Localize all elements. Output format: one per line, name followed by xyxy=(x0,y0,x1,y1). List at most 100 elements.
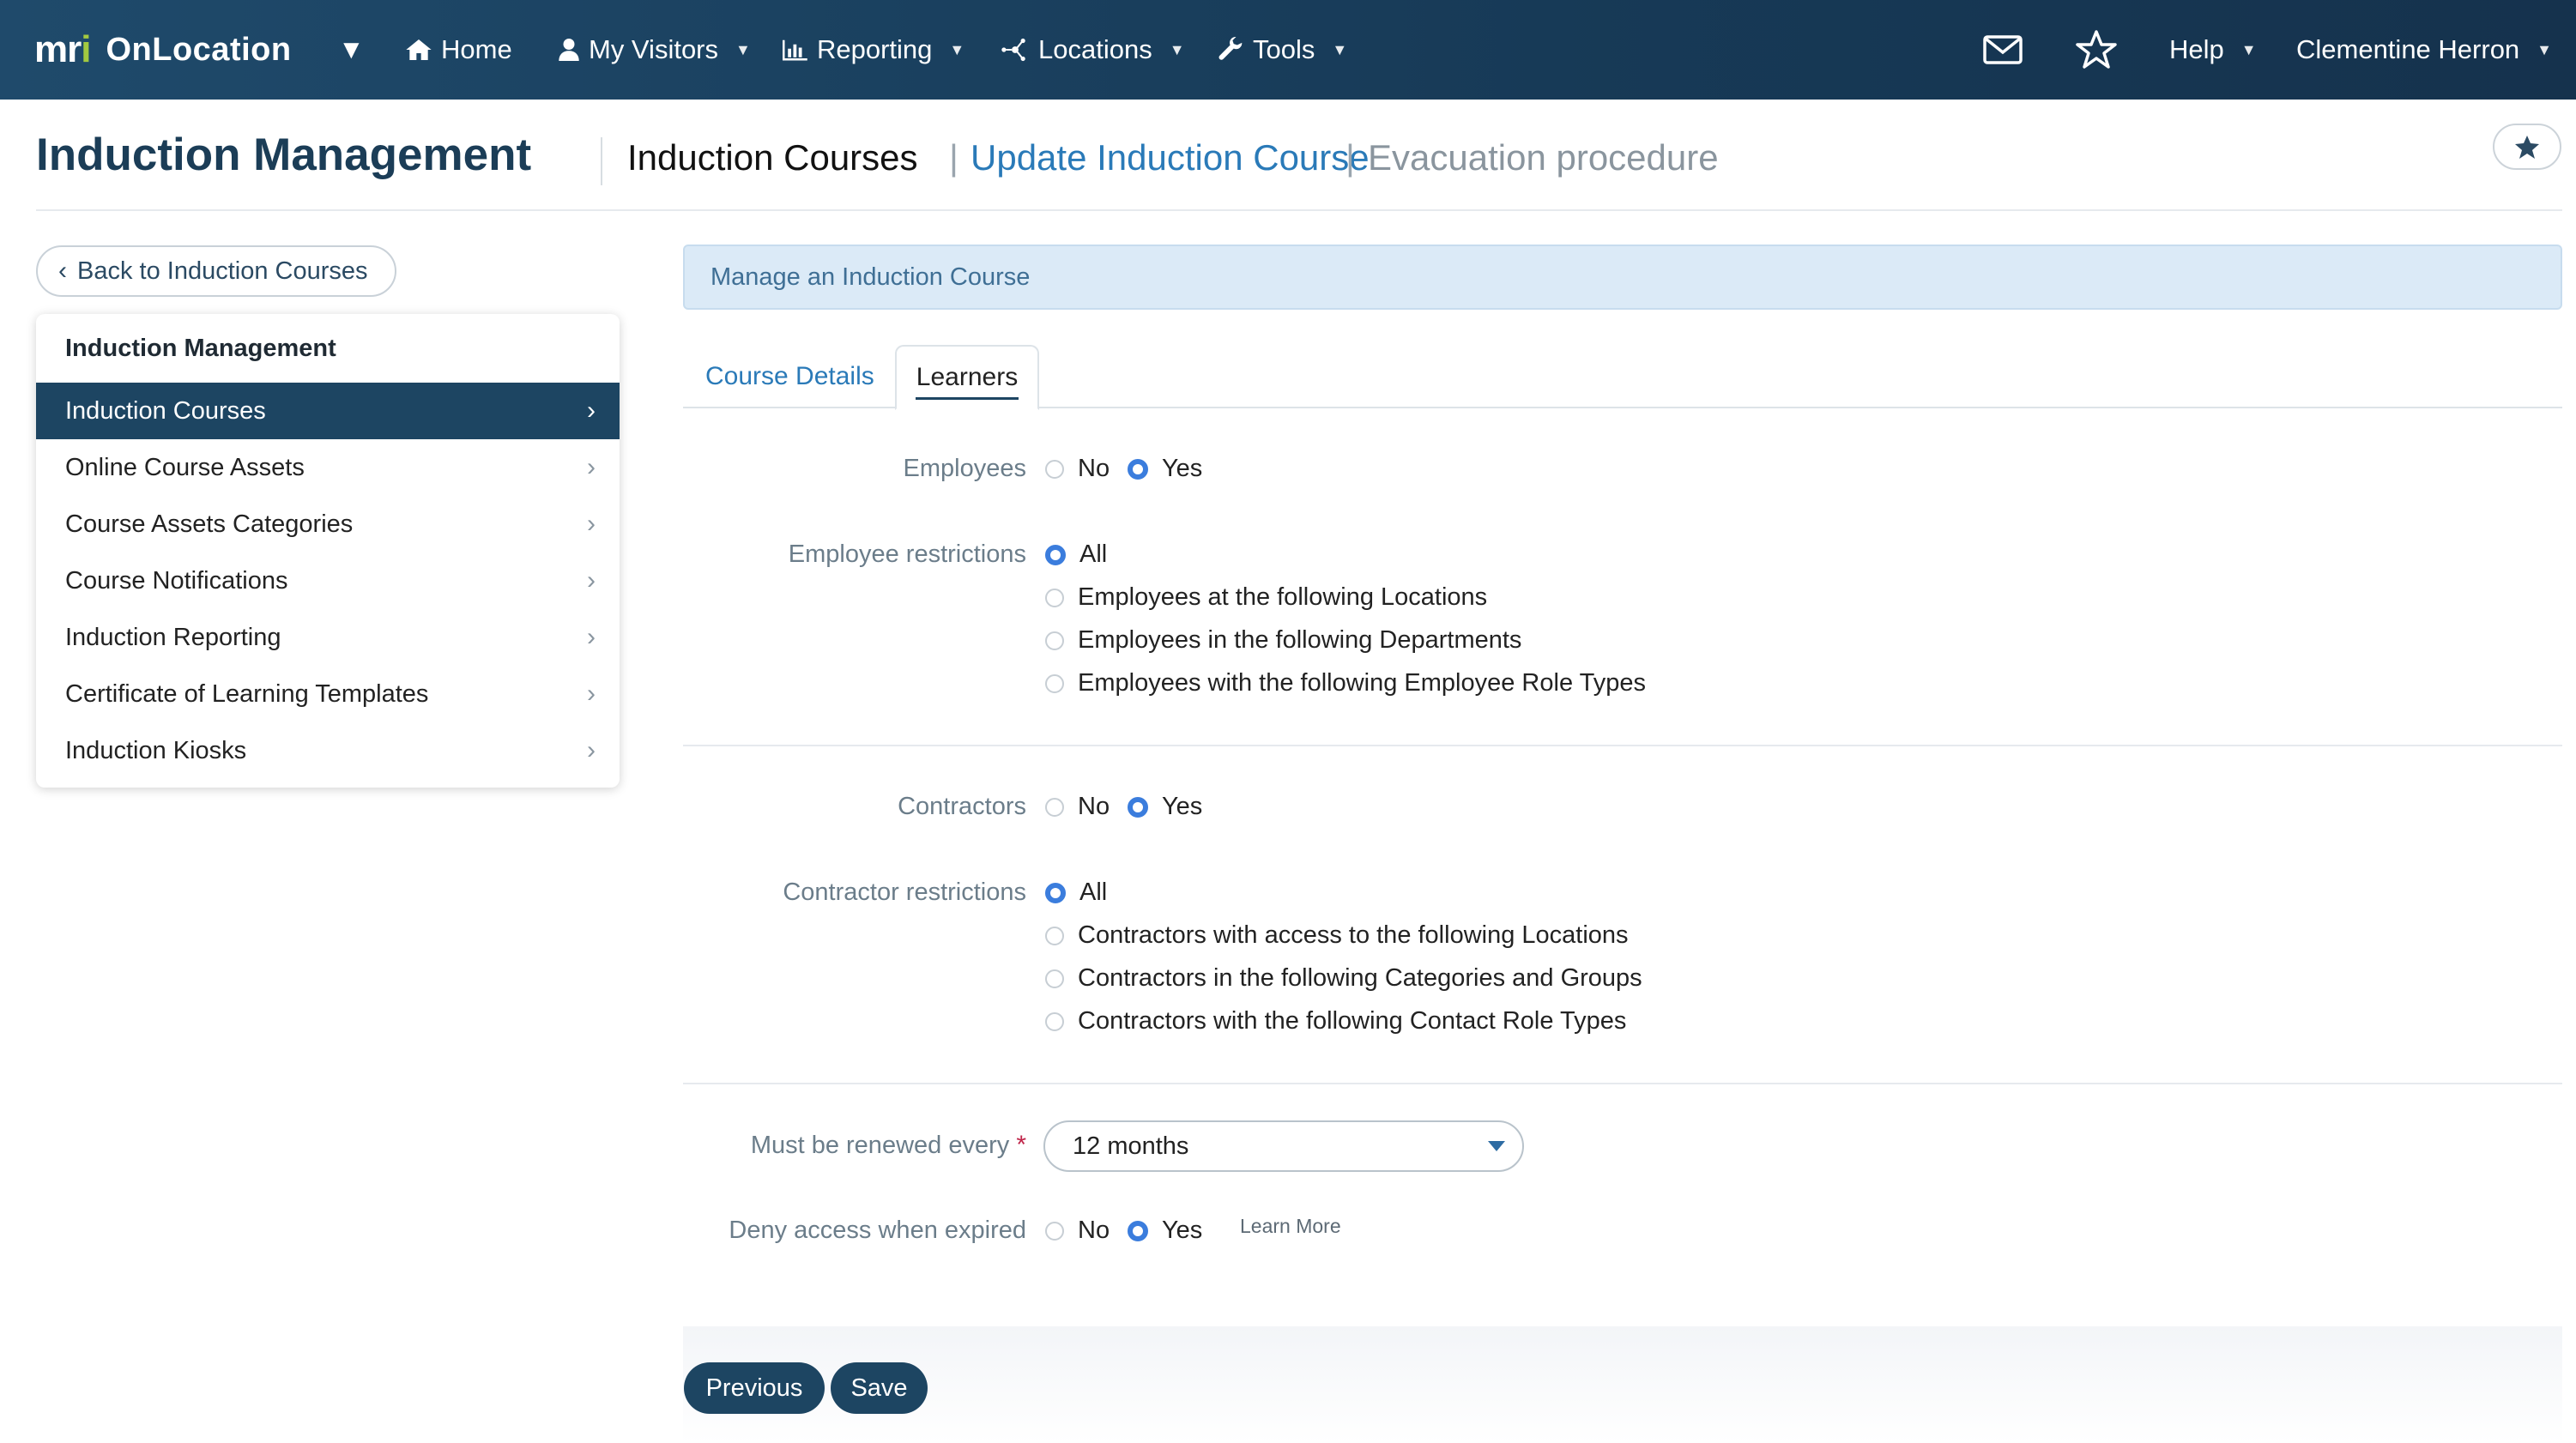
option-label: No xyxy=(1078,793,1110,820)
breadcrumb-update-induction-course[interactable]: Update Induction Course xyxy=(971,137,1370,178)
nav-reporting-label: Reporting xyxy=(817,34,933,64)
sidebar-item-course-assets-categories[interactable]: Course Assets Categories › xyxy=(36,496,620,552)
employee-restriction-role-types[interactable]: Employees with the following Employee Ro… xyxy=(1045,669,1646,697)
option-label: All xyxy=(1079,540,1108,568)
radio-button-selected xyxy=(1045,544,1066,565)
nav-reporting[interactable]: Reporting ▼ xyxy=(783,0,964,100)
chevron-down-icon: ▼ xyxy=(2537,40,2552,58)
section-divider xyxy=(683,745,2562,746)
favorites-button[interactable] xyxy=(2075,0,2118,100)
chevron-down-icon: ▼ xyxy=(1169,40,1185,58)
contractor-restrictions-label: Contractor restrictions xyxy=(783,878,1026,906)
sidebar-item-label: Induction Kiosks xyxy=(65,736,247,764)
required-asterisk: * xyxy=(1016,1131,1026,1159)
employee-restriction-all[interactable]: All xyxy=(1045,540,1107,569)
radio-button xyxy=(1045,797,1064,817)
employees-radio-no[interactable]: No xyxy=(1045,455,1110,483)
sidebar-item-induction-kiosks[interactable]: Induction Kiosks › xyxy=(36,722,620,779)
contractors-label: Contractors xyxy=(898,793,1026,820)
home-icon xyxy=(406,39,432,60)
contractor-restriction-all[interactable]: All xyxy=(1045,878,1107,907)
contractor-restriction-role-types[interactable]: Contractors with the following Contact R… xyxy=(1045,1007,1626,1035)
sidebar-item-certificate-templates[interactable]: Certificate of Learning Templates › xyxy=(36,666,620,722)
save-button[interactable]: Save xyxy=(831,1362,928,1414)
header-divider xyxy=(601,137,602,185)
radio-button xyxy=(1045,1221,1064,1241)
radio-button-selected xyxy=(1128,796,1148,818)
option-label: Contractors with access to the following… xyxy=(1078,921,1629,949)
section-divider xyxy=(683,1083,2562,1084)
user-menu[interactable]: Clementine Herron ▼ xyxy=(2296,0,2552,100)
breadcrumb-current-course: Evacuation procedure xyxy=(1368,137,1719,178)
nav-locations-label: Locations xyxy=(1038,34,1152,64)
star-icon xyxy=(2515,135,2539,159)
nav-my-visitors[interactable]: My Visitors ▼ xyxy=(558,0,751,100)
sidebar-heading: Induction Management xyxy=(65,334,336,362)
option-label: Yes xyxy=(1162,455,1203,482)
contractors-radio-no[interactable]: No xyxy=(1045,793,1110,821)
option-label: No xyxy=(1078,1217,1110,1244)
sidebar-item-label: Induction Courses xyxy=(65,396,266,425)
renewal-period-select[interactable]: 12 months xyxy=(1043,1120,1524,1172)
radio-button xyxy=(1045,459,1064,479)
nav-home-label: Home xyxy=(441,34,512,64)
star-icon xyxy=(2076,30,2117,69)
messages-button[interactable] xyxy=(1982,0,2023,100)
chevron-left-icon: ‹ xyxy=(58,257,67,285)
nav-home[interactable]: Home xyxy=(405,0,512,100)
bar-chart-icon xyxy=(783,39,807,61)
contractor-restriction-locations[interactable]: Contractors with access to the following… xyxy=(1045,921,1629,950)
deny-access-radio-yes[interactable]: Yes xyxy=(1128,1217,1202,1245)
wrench-icon xyxy=(1218,37,1243,60)
brand-dropdown-toggle[interactable]: ▼ xyxy=(338,0,365,100)
sidebar-item-online-course-assets[interactable]: Online Course Assets › xyxy=(36,439,620,496)
nav-help-label: Help xyxy=(2169,34,2224,64)
sidebar-item-label: Certificate of Learning Templates xyxy=(65,679,429,708)
option-label: Contractors with the following Contact R… xyxy=(1078,1007,1627,1035)
contractor-restriction-categories[interactable]: Contractors in the following Categories … xyxy=(1045,964,1642,993)
top-navbar: mri OnLocation ▼ Home My Visitors ▼ Repo… xyxy=(0,0,2576,100)
locations-icon xyxy=(1001,38,1025,62)
back-to-induction-courses-button[interactable]: ‹ Back to Induction Courses xyxy=(36,245,396,297)
breadcrumb-separator: | xyxy=(1345,137,1355,178)
option-label: Employees in the following Departments xyxy=(1078,626,1522,654)
renewal-label-text: Must be renewed every xyxy=(750,1132,1010,1159)
nav-tools-label: Tools xyxy=(1253,34,1315,64)
chevron-down-icon: ▼ xyxy=(2240,40,2257,58)
option-label: Employees with the following Employee Ro… xyxy=(1078,669,1646,697)
form-footer xyxy=(683,1326,2562,1443)
employees-label: Employees xyxy=(903,455,1026,482)
nav-locations[interactable]: Locations ▼ xyxy=(1001,0,1185,100)
sidebar-item-induction-reporting[interactable]: Induction Reporting › xyxy=(36,609,620,666)
chevron-right-icon: › xyxy=(587,396,596,425)
renewal-label: Must be renewed every * xyxy=(751,1131,1026,1160)
nav-my-visitors-label: My Visitors xyxy=(589,34,719,64)
tab-course-details[interactable]: Course Details xyxy=(705,345,874,408)
sidebar-item-label: Online Course Assets xyxy=(65,453,305,481)
radio-button-selected xyxy=(1045,882,1066,903)
employee-restriction-locations[interactable]: Employees at the following Locations xyxy=(1045,583,1487,612)
learn-more-link[interactable]: Learn More xyxy=(1240,1215,1341,1238)
employee-restriction-departments[interactable]: Employees in the following Departments xyxy=(1045,626,1521,655)
sidebar-item-induction-courses[interactable]: Induction Courses › xyxy=(36,383,620,439)
deny-access-radio-no[interactable]: No xyxy=(1045,1217,1110,1245)
nav-tools[interactable]: Tools ▼ xyxy=(1218,0,1347,100)
chevron-right-icon: › xyxy=(587,679,596,708)
sidebar-item-course-notifications[interactable]: Course Notifications › xyxy=(36,552,620,609)
breadcrumb-induction-courses[interactable]: Induction Courses xyxy=(627,137,918,178)
user-name: Clementine Herron xyxy=(2296,34,2520,64)
tab-learners[interactable]: Learners xyxy=(895,345,1039,410)
previous-button[interactable]: Previous xyxy=(684,1362,825,1414)
sidebar-item-label: Course Assets Categories xyxy=(65,510,354,538)
mri-logo: mri xyxy=(34,28,92,70)
nav-help[interactable]: Help ▼ xyxy=(2169,0,2257,100)
chevron-down-icon: ▼ xyxy=(735,40,751,58)
brand-logo[interactable]: mri OnLocation xyxy=(34,0,292,100)
radio-button xyxy=(1045,588,1064,607)
contractors-radio-yes[interactable]: Yes xyxy=(1128,793,1202,821)
caret-down-icon xyxy=(1488,1141,1505,1151)
radio-button xyxy=(1045,631,1064,650)
bookmark-page-button[interactable] xyxy=(2493,124,2561,170)
radio-button xyxy=(1045,969,1064,988)
employees-radio-yes[interactable]: Yes xyxy=(1128,455,1202,483)
